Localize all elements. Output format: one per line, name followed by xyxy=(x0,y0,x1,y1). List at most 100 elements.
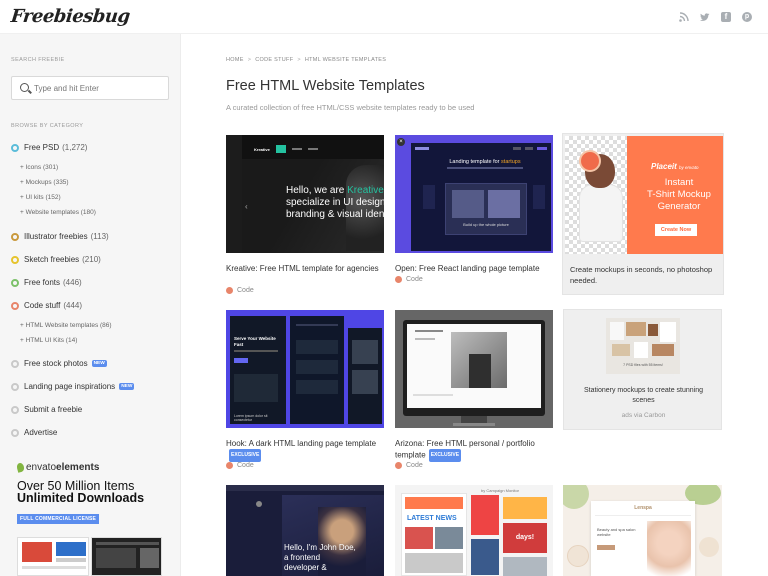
card-thumbnail[interactable]: Serve Your Website Fast Lorem ipsum dolo… xyxy=(226,310,384,428)
subcategory-mockups[interactable]: + Mockups (335) xyxy=(20,179,69,186)
site-header: Freebiesbug f p xyxy=(0,0,768,34)
category-illustrator[interactable]: Illustrator freebies (113) xyxy=(11,232,109,241)
envato-headline-2: Unlimited Downloads xyxy=(17,491,145,505)
card-johndoe-thumbnail[interactable]: Hello, I'm John Doe, a frontend develope… xyxy=(226,485,384,576)
category-count: (444) xyxy=(63,301,83,310)
category-dot-icon xyxy=(11,255,19,264)
carbon-caption[interactable]: Stationery mockups to create stunning sc… xyxy=(572,386,715,406)
category-count: (210) xyxy=(82,255,101,264)
envato-leaf-icon xyxy=(15,462,26,473)
subcategory-html-ui-kits[interactable]: + HTML UI Kits (14) xyxy=(20,337,77,344)
code-tag-icon xyxy=(395,462,402,469)
card-open[interactable]: × Landing template for startups Build up… xyxy=(395,135,555,300)
category-code-stuff[interactable]: Code stuff (444) xyxy=(11,301,82,310)
twitter-icon[interactable] xyxy=(700,12,710,22)
breadcrumb-code-stuff[interactable]: CODE STUFF xyxy=(255,57,293,63)
carbon-via[interactable]: ads via Carbon xyxy=(572,412,715,419)
placeit-line-1: Instant xyxy=(664,177,694,188)
category-label: Code stuff xyxy=(24,301,61,310)
card-title[interactable]: Kreative: Free HTML template for agencie… xyxy=(226,263,386,274)
subcategory-icons[interactable]: + Icons (301) xyxy=(20,164,58,171)
category-dot-icon xyxy=(11,301,19,310)
link-dot-icon xyxy=(11,428,19,437)
subcategory-ui-kits[interactable]: + UI kits (152) xyxy=(20,194,61,201)
card-title[interactable]: Arizona: Free HTML personal / portfolio … xyxy=(395,438,555,462)
card-kreative[interactable]: Kreative Hello, we are Kreative. special… xyxy=(226,135,386,300)
carbon-ad-inner: 7 PSD files with 55 items! xyxy=(623,363,663,367)
search-box[interactable] xyxy=(11,76,169,100)
placeit-line-2: T-Shirt Mockup xyxy=(647,189,711,200)
pinterest-icon[interactable]: p xyxy=(742,12,752,22)
envato-shot-2 xyxy=(91,537,162,576)
card-thumbnail[interactable]: × Landing template for startups Build up… xyxy=(395,135,553,253)
placeit-caption[interactable]: Create mockups in seconds, no photoshop … xyxy=(570,264,720,286)
link-dot-icon xyxy=(11,359,19,368)
envato-elements-logo[interactable]: envato elements xyxy=(15,462,100,473)
card-thumbnail[interactable] xyxy=(395,310,553,428)
card-hook[interactable]: Serve Your Website Fast Lorem ipsum dolo… xyxy=(226,310,386,475)
card-title[interactable]: Open: Free React landing page template xyxy=(395,263,555,274)
link-landing-page-inspirations[interactable]: Landing page inspirations NEW xyxy=(11,382,135,391)
envato-shot-1 xyxy=(17,537,89,576)
card-tag[interactable]: Code xyxy=(395,276,423,283)
link-submit-freebie[interactable]: Submit a freebie xyxy=(11,405,82,414)
envato-brand-b: elements xyxy=(56,462,100,473)
category-free-psd[interactable]: Free PSD (1,272) xyxy=(11,143,87,152)
card-lenspa-thumbnail[interactable]: Lenspa Beauty and spa salon website xyxy=(563,485,722,576)
search-heading: SEARCH FREEBIE xyxy=(11,57,65,63)
category-sketch[interactable]: Sketch freebies (210) xyxy=(11,255,101,264)
browse-heading: BROWSE BY CATEGORY xyxy=(11,123,84,129)
envato-screenshots[interactable] xyxy=(17,537,162,576)
page-title: Free HTML Website Templates xyxy=(226,78,425,94)
link-label: Submit a freebie xyxy=(24,405,83,414)
card-newsletter-thumbnail[interactable]: by Campaign Monitor LATEST NEWS days! xyxy=(395,485,553,576)
subcategory-website-templates[interactable]: + Website templates (180) xyxy=(20,209,96,216)
card-tag[interactable]: Code xyxy=(395,462,423,469)
card-arizona[interactable]: Arizona: Free HTML personal / portfolio … xyxy=(395,310,555,475)
exclusive-badge: EXCLUSIVE xyxy=(428,449,462,462)
placeit-brand: Placeit xyxy=(651,162,677,171)
social-links: f p xyxy=(679,12,752,22)
search-input[interactable] xyxy=(34,81,164,95)
placeit-cta-button[interactable]: Create Now xyxy=(655,224,697,236)
category-count: (1,272) xyxy=(62,143,88,152)
category-label: Free fonts xyxy=(24,278,61,287)
subcategory-html-website-templates[interactable]: + HTML Website templates (86) xyxy=(20,322,112,329)
category-count: (113) xyxy=(90,232,109,241)
link-dot-icon xyxy=(11,382,19,391)
code-tag-icon xyxy=(395,276,402,283)
category-fonts[interactable]: Free fonts (446) xyxy=(11,278,82,287)
breadcrumb-current: HTML WEBSITE TEMPLATES xyxy=(304,57,387,63)
category-dot-icon xyxy=(11,232,19,241)
category-label: Free PSD xyxy=(24,143,60,152)
card-tag[interactable]: Code xyxy=(226,462,254,469)
link-label: Advertise xyxy=(24,428,58,437)
link-label: Free stock photos xyxy=(24,359,88,368)
placeit-line-3: Generator xyxy=(657,201,701,212)
link-advertise[interactable]: Advertise xyxy=(11,428,57,437)
envato-license-badge: FULL COMMERCIAL LICENSE xyxy=(17,514,100,524)
exclusive-badge: EXCLUSIVE xyxy=(229,449,262,462)
carbon-ad[interactable]: 7 PSD files with 55 items! Stationery mo… xyxy=(563,309,722,430)
site-logo[interactable]: Freebiesbug xyxy=(10,6,131,27)
breadcrumb: HOME > CODE STUFF > HTML WEBSITE TEMPLATES xyxy=(226,57,387,63)
new-badge: NEW xyxy=(119,383,135,390)
card-title[interactable]: Hook: A dark HTML landing page templateE… xyxy=(226,438,386,462)
link-label: Landing page inspirations xyxy=(24,382,116,391)
placeit-ad[interactable]: Placeit by envato Instant T-Shirt Mockup… xyxy=(562,133,724,295)
page-subtitle: A curated collection of free HTML/CSS we… xyxy=(226,103,475,112)
search-icon xyxy=(20,83,29,92)
facebook-icon[interactable]: f xyxy=(721,12,731,22)
card-tag[interactable]: Code xyxy=(226,287,254,294)
carbon-ad-image[interactable]: 7 PSD files with 55 items! xyxy=(606,318,680,374)
link-dot-icon xyxy=(11,405,19,414)
card-thumbnail[interactable]: Kreative Hello, we are Kreative. special… xyxy=(226,135,384,253)
placeit-ad-image[interactable]: Placeit by envato Instant T-Shirt Mockup… xyxy=(565,136,723,254)
new-badge: NEW xyxy=(91,360,107,367)
breadcrumb-home[interactable]: HOME xyxy=(226,57,244,63)
link-free-stock-photos[interactable]: Free stock photos NEW xyxy=(11,359,107,368)
category-label: Illustrator freebies xyxy=(24,232,88,241)
placeit-by: by envato xyxy=(679,165,699,170)
rss-icon[interactable] xyxy=(679,12,689,22)
envato-brand-a: envato xyxy=(26,462,57,473)
